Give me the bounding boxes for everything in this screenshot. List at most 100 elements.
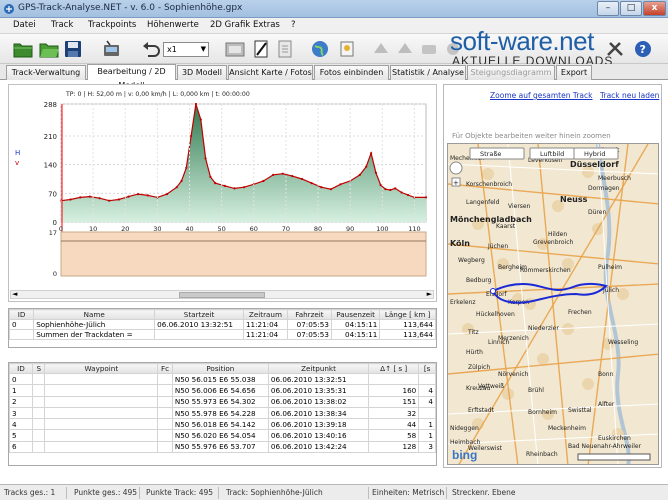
column-header[interactable]: Startzeit — [154, 309, 244, 320]
table-row[interactable]: Summen der Trackdaten = 11:21:04 07:05:53 0… — [9, 329, 436, 340]
table-row[interactable]: 1 N50 56.006 E6 54.656 06.06.2010 13:35:31… — [9, 384, 436, 397]
globe-icon[interactable] — [309, 39, 331, 59]
save-icon[interactable] — [62, 39, 84, 59]
table-row[interactable]: 4 N50 56.018 E6 54.142 06.06.2010 13:39:18… — [9, 418, 436, 431]
menu-help[interactable]: ? — [291, 20, 296, 30]
elevation-point — [108, 199, 111, 202]
column-header[interactable]: Position — [171, 363, 269, 374]
column-header[interactable]: Pausenzeit — [330, 309, 381, 320]
tab-track-verwaltung[interactable]: Track-Verwaltung — [6, 65, 86, 80]
menu-extras[interactable]: Extras — [253, 20, 280, 30]
map-canvas[interactable]: DüsseldorfMönchengladbachNeussKölnJülich… — [448, 144, 659, 465]
open-folder-icon[interactable] — [38, 39, 60, 59]
column-header[interactable]: Name — [33, 309, 156, 320]
map-view[interactable]: Düsseldorf Mönchengladbach Neuss Köln Jülich… — [447, 143, 659, 465]
tab-fotos-einbinden[interactable]: Fotos einbinden — [314, 65, 389, 80]
y-axis-label-h: H — [15, 149, 20, 157]
table-cell: 06.06.2010 13:39:18 — [267, 418, 370, 431]
plus-icon: + — [453, 179, 459, 187]
column-header[interactable]: Fahrzeit — [286, 309, 332, 320]
maximize-button[interactable]: □ — [620, 1, 642, 16]
map-place-label: Erftstadt — [468, 407, 495, 414]
menu-hoehenwerte[interactable]: Höhenwerte — [147, 20, 199, 30]
table-row[interactable]: 5 N50 56.020 E6 54.054 06.06.2010 13:40:16… — [9, 429, 436, 442]
table-cell — [157, 372, 173, 386]
column-header[interactable]: [s — [418, 363, 436, 374]
map-place-label: Dormagen — [588, 185, 620, 192]
column-header[interactable]: Zeitraum — [242, 309, 288, 320]
map-place-label: Langenfeld — [466, 199, 500, 206]
map-place-label: Wesseling — [608, 339, 638, 346]
new-folder-icon[interactable] — [12, 39, 34, 59]
zoom-select[interactable]: x1 ▼ — [163, 42, 209, 57]
table-cell: 2 — [9, 395, 33, 408]
menu-track[interactable]: Track — [51, 20, 73, 30]
column-header[interactable]: Länge [ km ] — [379, 309, 436, 320]
watermark-brand: soft-ware.net — [450, 26, 594, 56]
table-row[interactable]: 2 N50 55.973 E6 54.302 06.06.2010 13:38:02… — [9, 395, 436, 408]
document-edit-icon[interactable] — [250, 39, 272, 59]
table-row[interactable]: 0 Sophienhöhe-Jülich 06.06.2010 13:32:51 11… — [9, 319, 436, 330]
tab-bearbeitung-2d-modell[interactable]: Bearbeitung / 2D Modell — [87, 64, 176, 90]
table-row[interactable]: 6 N50 55.976 E6 53.707 06.06.2010 13:42:24… — [9, 440, 436, 454]
column-header[interactable]: ID — [9, 363, 33, 374]
speed-strip — [60, 231, 427, 277]
reload-track-link[interactable]: Track neu laden — [600, 91, 659, 100]
gps-device-icon[interactable] — [100, 39, 122, 59]
tab-statistik-analyse[interactable]: Statistik / Analyse — [390, 65, 466, 80]
elevation-point — [365, 165, 368, 168]
table-cell — [157, 429, 173, 442]
table-cell — [157, 384, 173, 397]
table-cell: N50 56.006 E6 54.656 — [171, 384, 269, 397]
table-row[interactable]: 0 N50 56.015 E6 55.038 06.06.2010 13:32:51 — [9, 372, 436, 386]
column-header[interactable]: Zeitpunkt — [267, 363, 370, 374]
column-header[interactable]: S — [31, 363, 46, 374]
tool-icon-2[interactable] — [394, 39, 416, 59]
document-icon[interactable] — [274, 39, 296, 59]
column-header[interactable]: Fc — [157, 363, 173, 374]
elevation-point — [310, 182, 313, 185]
menu-datei[interactable]: Datei — [13, 20, 36, 30]
window-title: GPS-Track-Analyse.NET - v. 6.0 - Sophien… — [18, 3, 243, 13]
tool-icon-1[interactable] — [370, 39, 392, 59]
map-place-label: Bad Neuenahr-Ahrweiler — [568, 443, 642, 450]
menu-2d-grafik[interactable]: 2D Grafik — [210, 20, 250, 30]
tab-steigungsdiagramm[interactable]: Steigungsdiagramm — [467, 65, 555, 80]
tool-icon-3[interactable] — [418, 39, 440, 59]
table-row[interactable]: 3 N50 55.978 E6 54.228 06.06.2010 13:38:34… — [9, 406, 436, 420]
scroll-right-icon[interactable]: ► — [427, 290, 432, 298]
table-cell — [31, 384, 46, 397]
map-place-label: Düsseldorf — [570, 160, 619, 169]
zoom-full-track-link[interactable]: Zoome auf gesamten Track — [490, 91, 593, 100]
elevation-point — [209, 175, 212, 178]
scroll-thumb[interactable] — [179, 292, 265, 298]
table-cell: 04:15:11 — [330, 329, 381, 340]
table-cell: 58 — [368, 429, 420, 442]
elevation-point — [165, 193, 169, 196]
minimize-button[interactable]: – — [597, 1, 619, 16]
elevation-chart[interactable]: TP: 0 | H: 52,00 m | v: 0,00 km/h | L: 0… — [9, 85, 438, 303]
column-header[interactable]: Waypoint — [44, 363, 159, 374]
screen-capture-icon[interactable] — [224, 39, 246, 59]
close-button[interactable]: x — [643, 1, 666, 16]
column-header[interactable]: Δ↑ [ s ] — [368, 363, 420, 374]
table-cell — [44, 372, 159, 386]
elevation-point — [79, 196, 82, 199]
elevation-point — [384, 188, 387, 191]
column-header[interactable]: ID — [9, 309, 35, 320]
chart-scrollbar[interactable]: ◄ ► — [10, 290, 434, 299]
tab-ansicht-karte-fotos[interactable]: Ansicht Karte / Fotos — [228, 65, 313, 80]
table-cell: 07:05:53 — [286, 319, 332, 330]
tab-3d-modell[interactable]: 3D Modell — [177, 65, 227, 80]
table-cell — [157, 406, 173, 420]
undo-icon[interactable] — [140, 39, 162, 59]
zoom-select-value: x1 — [167, 45, 177, 54]
scroll-left-icon[interactable]: ◄ — [12, 290, 17, 298]
tab-export[interactable]: Export — [556, 65, 592, 80]
table-cell: 1 — [418, 429, 436, 442]
status-tracks: Tracks ges.: 1 — [4, 488, 56, 497]
table-cell: 3 — [9, 406, 33, 420]
elevation-point — [374, 171, 377, 174]
photo-icon[interactable] — [336, 39, 358, 59]
menu-trackpoints[interactable]: Trackpoints — [88, 20, 136, 30]
